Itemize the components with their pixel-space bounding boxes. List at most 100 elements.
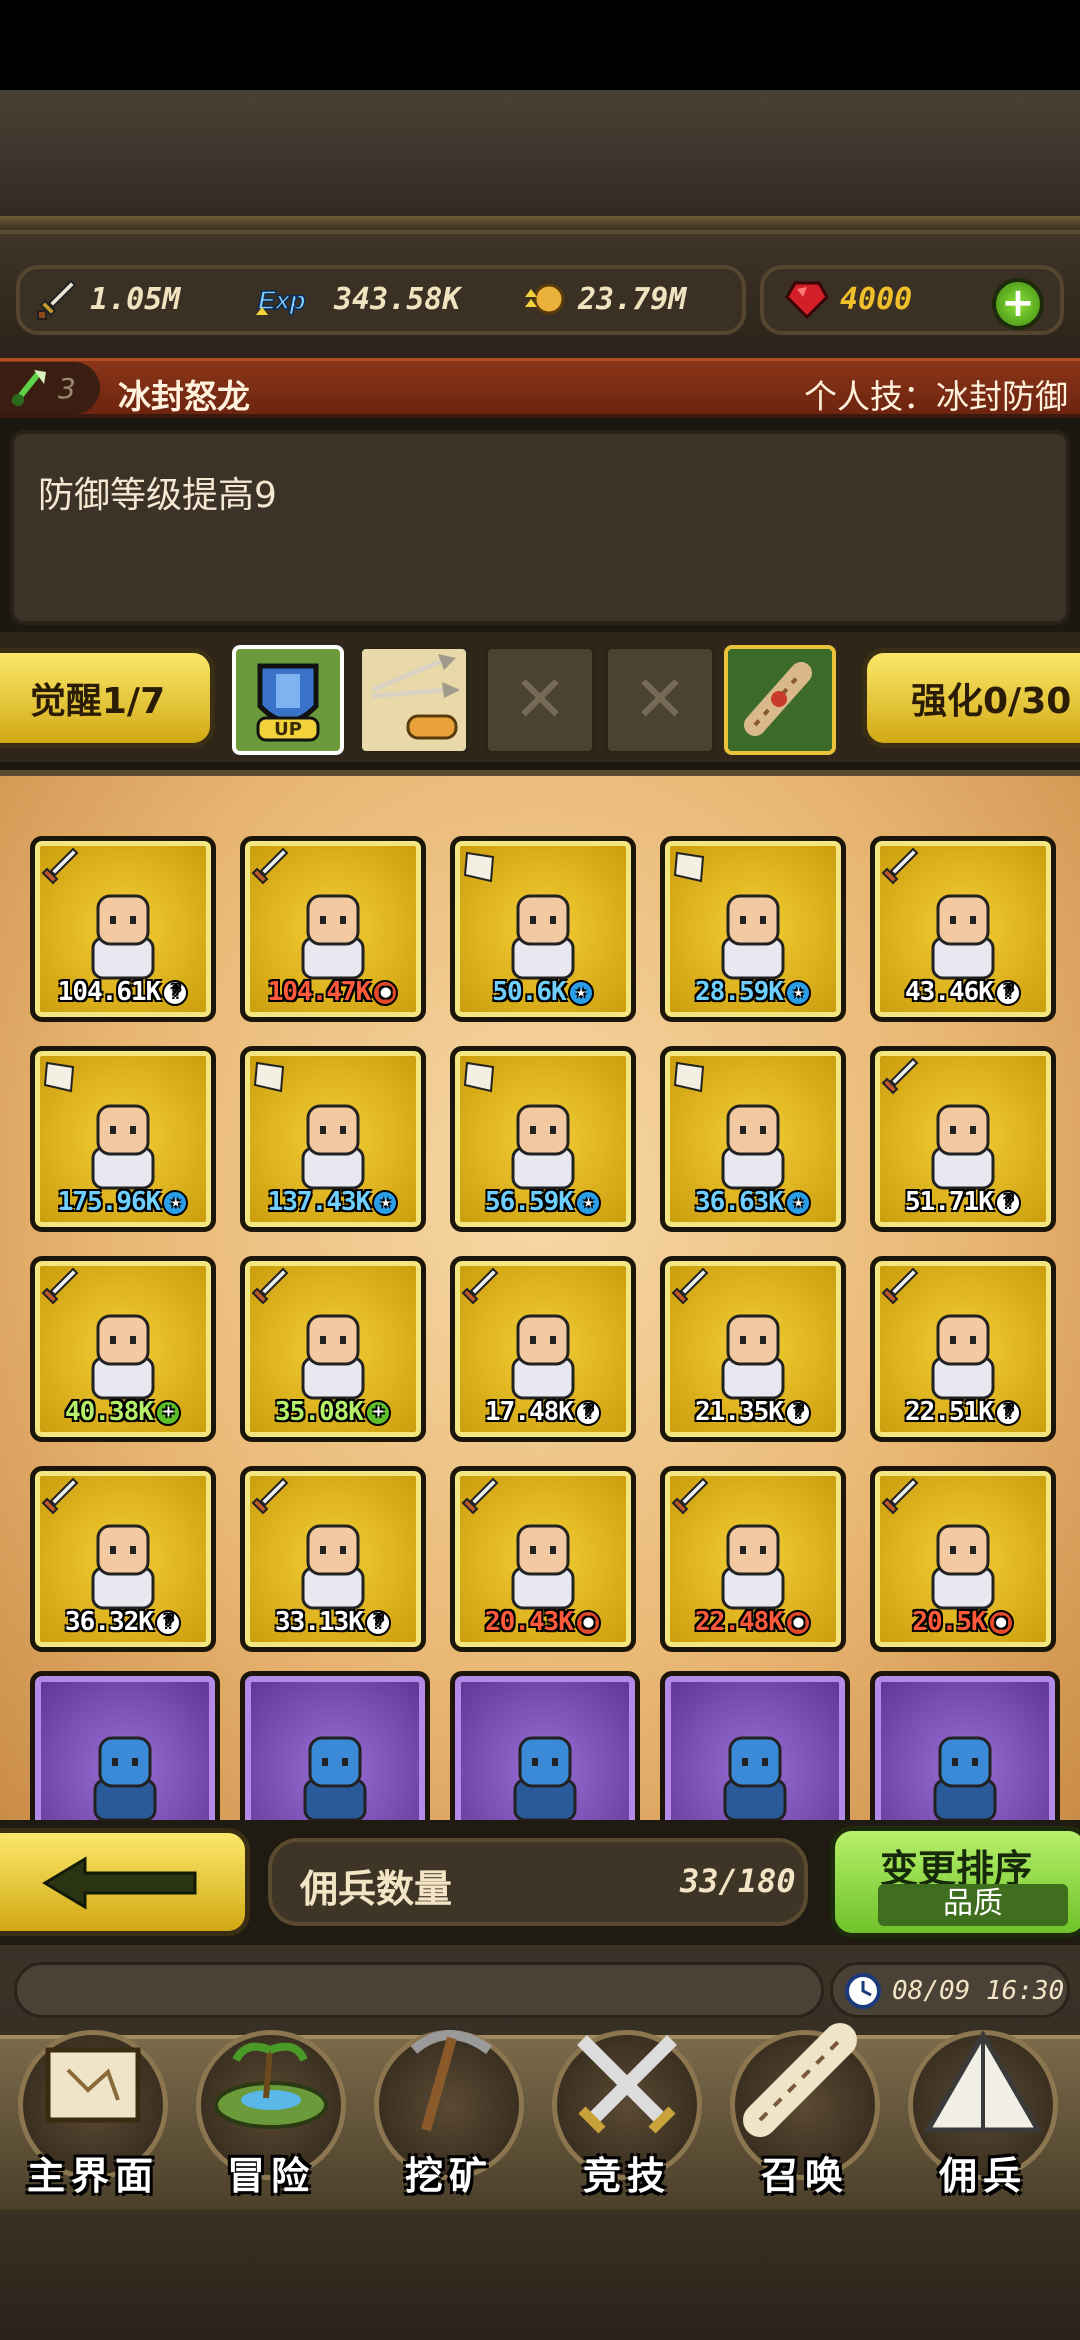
- power-value: 50.6K: [492, 977, 566, 1007]
- mercenary-power: 35.08K +: [245, 1397, 421, 1427]
- nav-summon-scroll[interactable]: 召唤: [720, 2010, 890, 2200]
- skill-type-icon: [11, 370, 46, 406]
- gear-slot-armor[interactable]: UP: [232, 645, 344, 755]
- exp-value: 343.58K: [334, 281, 461, 317]
- mercenary-card[interactable]: 35.08K +: [240, 1256, 426, 1442]
- mercenary-portrait: [721, 894, 785, 980]
- mercenary-power: 51.71K?: [875, 1187, 1051, 1217]
- mercenary-portrait: [511, 894, 575, 980]
- mercenary-power: 56.59K ★: [455, 1187, 631, 1217]
- element-badge: ?: [574, 1399, 601, 1426]
- mercenary-portrait: [301, 1524, 365, 1610]
- mercenary-portrait: [721, 1314, 785, 1400]
- mercenary-power: 33.13K?: [245, 1607, 421, 1637]
- gold-value: 1.05M: [90, 281, 181, 317]
- mercenary-power: 36.63K ★: [665, 1187, 841, 1217]
- mercenary-card[interactable]: 50.6K ★: [450, 836, 636, 1022]
- mercenary-card[interactable]: 22.48K ●: [660, 1466, 846, 1652]
- element-badge: ?: [364, 1609, 391, 1636]
- mercenary-card[interactable]: 56.59K ★: [450, 1046, 636, 1232]
- power-value: 104.61K: [57, 977, 162, 1007]
- nav-crossed-swords[interactable]: 竞技: [542, 2010, 712, 2200]
- nav-label: 召唤: [760, 2154, 849, 2198]
- mercenary-portrait: [91, 1104, 155, 1190]
- nav-tent[interactable]: 佣兵: [898, 2010, 1068, 2200]
- element-badge: +: [364, 1399, 391, 1426]
- gem-value: 4000: [840, 281, 913, 317]
- mercenary-power: 20.43K ●: [455, 1607, 631, 1637]
- mercenary-power: 50.6K ★: [455, 977, 631, 1007]
- scroll-icon: [744, 662, 812, 736]
- nav-scroll-map[interactable]: 主界面: [8, 2010, 178, 2200]
- mercenary-card[interactable]: 137.43K ★: [240, 1046, 426, 1232]
- skill-description-box: [10, 430, 1070, 625]
- mercenary-card[interactable]: 36.63K ★: [660, 1046, 846, 1232]
- back-button[interactable]: [0, 1828, 250, 1936]
- power-value: 21.35K: [695, 1397, 784, 1427]
- mercenary-power: 17.48K?: [455, 1397, 631, 1427]
- element-badge: ★: [162, 1189, 189, 1216]
- mercenary-card[interactable]: 104.47K ●: [240, 836, 426, 1022]
- mercenary-portrait: [511, 1314, 575, 1400]
- nav-island[interactable]: 冒险: [186, 2010, 356, 2200]
- status-bar: [0, 0, 1080, 90]
- mercenary-card[interactable]: 17.48K?: [450, 1256, 636, 1442]
- nav-label: 挖矿: [404, 2154, 493, 2198]
- power-value: 175.96K: [57, 1187, 162, 1217]
- mercenary-card[interactable]: 104.61K?: [30, 836, 216, 1022]
- power-value: 56.59K: [485, 1187, 574, 1217]
- pickaxe-icon: [374, 2010, 524, 2160]
- enhance-button[interactable]: 强化0/30: [862, 648, 1080, 748]
- sort-mode-label: 品质: [878, 1884, 1068, 1926]
- mercenary-portrait: [933, 1736, 997, 1822]
- gem-resource: 4000: [784, 276, 912, 322]
- ruby-icon: [784, 276, 830, 322]
- mercenary-card[interactable]: 36.32K?: [30, 1466, 216, 1652]
- mercenary-power: 21.35K?: [665, 1397, 841, 1427]
- gear-slot-weapon[interactable]: [358, 645, 470, 755]
- mercenary-card[interactable]: 51.71K?: [870, 1046, 1056, 1232]
- mercenary-power: 20.5K ●: [875, 1607, 1051, 1637]
- power-value: 36.32K: [65, 1607, 154, 1637]
- mercenary-card[interactable]: 28.59K ★: [660, 836, 846, 1022]
- element-badge: ★: [784, 1189, 811, 1216]
- mercenary-card[interactable]: [30, 1671, 220, 1825]
- mercenary-portrait: [301, 1314, 365, 1400]
- element-badge: ●: [372, 979, 399, 1006]
- element-badge: ★: [372, 1189, 399, 1216]
- mercenary-card[interactable]: [660, 1671, 850, 1825]
- power-value: 40.38K: [65, 1397, 154, 1427]
- top-banner: [0, 90, 1080, 230]
- power-value: 22.48K: [695, 1607, 784, 1637]
- mercenary-card[interactable]: [450, 1671, 640, 1825]
- element-badge: +: [154, 1399, 181, 1426]
- element-badge: ?: [994, 1399, 1021, 1426]
- mercenary-card[interactable]: 20.43K ●: [450, 1466, 636, 1652]
- mercenary-portrait: [721, 1104, 785, 1190]
- mercenary-portrait: [303, 1736, 367, 1822]
- gear-slot-empty-1[interactable]: ✕: [484, 645, 596, 755]
- mercenary-grid: 104.61K? 104.47K ● 50.6K ★ 28.59K ★ 43.46K? 175.…: [0, 770, 1080, 1825]
- datetime: 08/09 16:30: [892, 1976, 1065, 2006]
- nav-pickaxe[interactable]: 挖矿: [364, 2010, 534, 2200]
- mercenary-card[interactable]: 22.51K?: [870, 1256, 1056, 1442]
- mercenary-card[interactable]: 40.38K +: [30, 1256, 216, 1442]
- gear-slot-empty-2[interactable]: ✕: [604, 645, 716, 755]
- mercenary-card[interactable]: [240, 1671, 430, 1825]
- gear-slot-scroll[interactable]: [724, 645, 836, 755]
- mercenary-card[interactable]: 21.35K?: [660, 1256, 846, 1442]
- mercenary-card[interactable]: [870, 1671, 1060, 1825]
- footer-background: [0, 2210, 1080, 2340]
- mercenary-card[interactable]: 33.13K?: [240, 1466, 426, 1652]
- mercenary-card[interactable]: 20.5K ●: [870, 1466, 1056, 1652]
- mercenary-card[interactable]: 43.46K?: [870, 836, 1056, 1022]
- mercenary-card[interactable]: 175.96K ★: [30, 1046, 216, 1232]
- add-gems-button[interactable]: +: [992, 278, 1044, 330]
- back-arrow-icon: [42, 1856, 197, 1910]
- element-badge: ?: [162, 979, 189, 1006]
- skill-level-badge: [0, 362, 100, 414]
- mercenary-portrait: [301, 894, 365, 980]
- mercenary-power: 104.61K?: [35, 977, 211, 1007]
- svg-text:Exp: Exp: [258, 285, 306, 315]
- awaken-button[interactable]: 觉醒1/7: [0, 648, 215, 748]
